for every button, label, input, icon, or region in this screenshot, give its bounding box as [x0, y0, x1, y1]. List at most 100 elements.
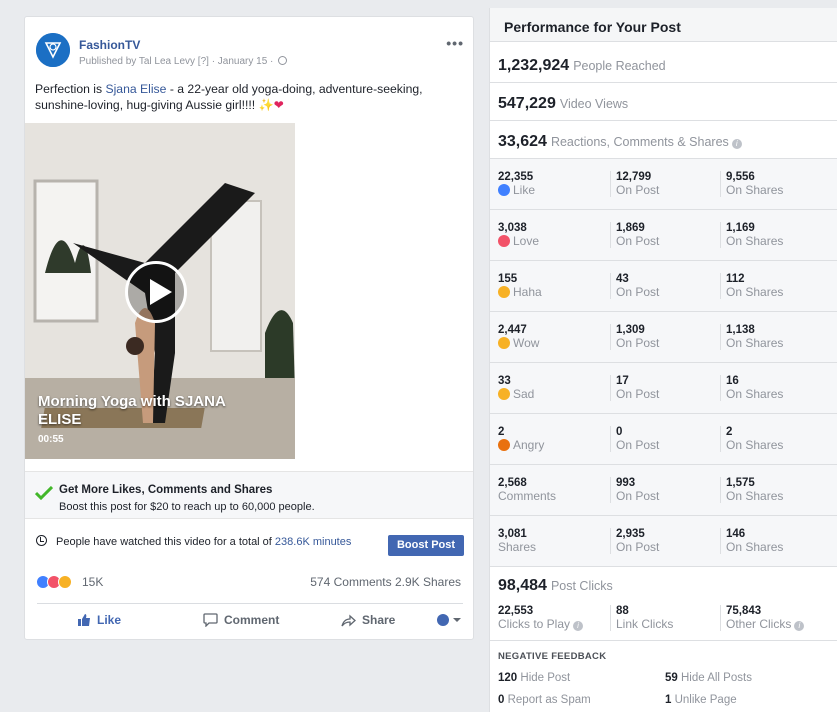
sad-on-shares: 16 On Shares — [720, 375, 783, 401]
watch-minutes-link[interactable]: 238.6K minutes — [275, 536, 351, 548]
panel-title: Performance for Your Post — [490, 8, 837, 42]
share-label: Share — [362, 613, 396, 627]
share-arrow-icon — [341, 614, 356, 627]
info-icon[interactable]: i — [573, 621, 584, 631]
link-clicks-label: Link Clicks — [616, 617, 674, 631]
angry-on-post: 0 On Post — [610, 426, 659, 452]
published-info: Published by Tal Lea Levy [?] · January … — [79, 56, 288, 67]
globe-icon — [278, 56, 288, 65]
like-total: 22,355 Like — [498, 171, 535, 197]
comments-on-shares: 1,575 On Shares — [720, 477, 783, 503]
negative-feedback-heading: NEGATIVE FEEDBACK — [498, 651, 607, 662]
love-on-post: 1,869 On Post — [610, 222, 659, 248]
people-reached-label: People Reached — [573, 59, 666, 73]
shares-total: 3,081 Shares — [498, 528, 536, 554]
watch-time-row: People have watched this video for a tot… — [25, 531, 473, 561]
heart-emoji-icon: ❤ — [273, 98, 284, 112]
boost-promo: Get More Likes, Comments and Shares Boos… — [25, 471, 473, 519]
reaction-count[interactable]: 15K — [82, 575, 103, 589]
post-card: FashionTV Published by Tal Lea Levy [?] … — [24, 16, 474, 640]
audience-selector-icon[interactable] — [435, 612, 461, 628]
like-total-label: Like — [513, 183, 536, 197]
angry-on-shares: 2 On Shares — [720, 426, 783, 452]
sparkle-emoji-icon: ✨ — [258, 98, 274, 112]
love-total-label: Love — [513, 234, 540, 248]
link-clicks: 88 Link Clicks — [610, 605, 673, 631]
sad-on-shares-label: On Shares — [726, 387, 784, 401]
performance-panel: Performance for Your Post 1,232,924 Peopl… — [489, 8, 837, 712]
wow-on-shares-label: On Shares — [726, 336, 784, 350]
wow-on-shares: 1,138 On Shares — [720, 324, 783, 350]
engagement-breakdown: 22,355 Like 12,799 On Post 9,556 On Shares … — [490, 159, 837, 567]
promo-title: Get More Likes, Comments and Shares — [59, 484, 273, 496]
clicks-to-play-label: Clicks to Play — [498, 617, 571, 631]
love-row: 3,038 Love 1,869 On Post 1,169 On Shares — [490, 210, 837, 261]
hide-post-stat: 120 Hide Post — [498, 672, 570, 684]
shares-on-shares: 146 On Shares — [720, 528, 783, 554]
haha-emoji-icon — [498, 286, 510, 298]
reaction-counts-row: 15K 574 Comments 2.9K Shares — [25, 573, 473, 593]
love-on-shares: 1,169 On Shares — [720, 222, 783, 248]
hide-post-label: Hide Post — [520, 672, 571, 684]
info-icon[interactable]: i — [731, 139, 742, 149]
page-avatar[interactable] — [36, 33, 70, 67]
haha-row: 155 Haha 43 On Post 112 On Shares — [490, 261, 837, 312]
reaction-icons[interactable] — [36, 575, 78, 589]
angry-emoji-icon — [498, 439, 510, 451]
engagement-label: Reactions, Comments & Shares — [550, 135, 729, 149]
unlike-page-label: Unlike Page — [674, 694, 737, 706]
like-on-post: 12,799 On Post — [610, 171, 659, 197]
clicks-to-play: 22,553 Clicks to Play i — [498, 605, 584, 631]
like-row: 22,355 Like 12,799 On Post 9,556 On Shares — [490, 159, 837, 210]
unlike-page-value: 1 — [665, 694, 672, 706]
comments-on-shares-label: On Shares — [726, 489, 784, 503]
post-clicks-label: Post Clicks — [550, 579, 613, 593]
more-options-icon[interactable]: ••• — [446, 35, 464, 51]
published-by[interactable]: Published by Tal Lea Levy — [79, 56, 195, 67]
angry-on-post-label: On Post — [616, 438, 660, 452]
love-on-shares-label: On Shares — [726, 234, 784, 248]
post-actions: Like Comment Share — [37, 603, 463, 637]
shares-row: 3,081 Shares 2,935 On Post 146 On Shares — [490, 516, 837, 567]
post-header: FashionTV Published by Tal Lea Levy [?] … — [25, 17, 473, 87]
caption-mention-link[interactable]: Sjana Elise — [105, 82, 166, 96]
report-spam-label: Report as Spam — [507, 694, 591, 706]
video-views-label: Video Views — [559, 97, 629, 111]
haha-on-post: 43 On Post — [610, 273, 659, 299]
wow-reaction-icon — [58, 575, 72, 589]
comments-on-post-label: On Post — [616, 489, 660, 503]
promo-subtitle: Boost this post for $20 to reach up to 6… — [59, 501, 315, 513]
post-clicks-metric: 98,484 Post Clicks — [490, 567, 837, 599]
comments-shares-count[interactable]: 574 Comments 2.9K Shares — [310, 575, 461, 589]
shares-on-post-label: On Post — [616, 540, 660, 554]
comment-button[interactable]: Comment — [203, 613, 279, 627]
sad-emoji-icon — [498, 388, 510, 400]
post-caption: Perfection is Sjana Elise - a 22-year ol… — [35, 81, 465, 113]
watch-text-label: People have watched this video for a tot… — [56, 536, 275, 548]
haha-on-shares-label: On Shares — [726, 285, 784, 299]
share-button[interactable]: Share — [341, 613, 395, 627]
haha-on-shares: 112 On Shares — [720, 273, 783, 299]
hide-post-value: 120 — [498, 672, 518, 684]
page-name[interactable]: FashionTV — [79, 38, 140, 52]
play-button[interactable] — [125, 261, 187, 323]
video-title: Morning Yoga with SJANA ELISE — [38, 393, 226, 428]
boost-post-button[interactable]: Boost Post — [388, 535, 464, 556]
like-button[interactable]: Like — [77, 613, 121, 627]
haha-on-post-label: On Post — [616, 285, 660, 299]
info-icon[interactable]: i — [794, 621, 805, 631]
comments-total-label: Comments — [498, 489, 557, 503]
video-player[interactable]: Morning Yoga with SJANA ELISE 00:55 — [25, 123, 295, 459]
sad-row: 33 Sad 17 On Post 16 On Shares — [490, 363, 837, 414]
published-meta: [?] · January 15 · — [197, 56, 274, 67]
wow-total: 2,447 Wow — [498, 324, 539, 350]
hide-all-posts-label: Hide All Posts — [681, 672, 752, 684]
engagement-metric: 33,624 Reactions, Comments & Shares i — [490, 121, 837, 159]
sad-total-label: Sad — [513, 387, 535, 401]
wow-row: 2,447 Wow 1,309 On Post 1,138 On Shares — [490, 312, 837, 363]
post-clicks-value: 98,484 — [498, 577, 547, 594]
other-clicks-label: Other Clicks — [726, 617, 792, 631]
angry-row: 2 Angry 0 On Post 2 On Shares — [490, 414, 837, 465]
like-on-shares: 9,556 On Shares — [720, 171, 783, 197]
people-reached-metric: 1,232,924 People Reached — [490, 45, 837, 83]
